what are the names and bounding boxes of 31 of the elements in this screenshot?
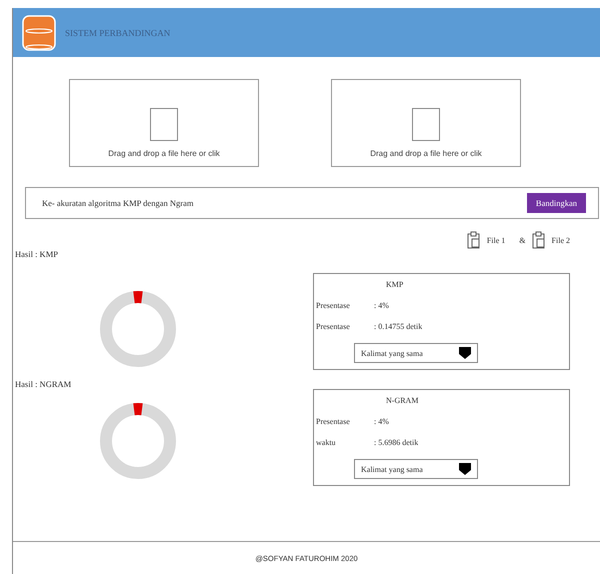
ampersand: & bbox=[519, 236, 526, 244]
card-title: KMP bbox=[385, 280, 404, 289]
dropzone-label: Drag and drop a file here or clik bbox=[108, 149, 220, 158]
compare-button[interactable]: Bandingkan bbox=[526, 193, 586, 213]
file-label: File 2 bbox=[552, 236, 570, 244]
dropdown-arrow-icon bbox=[459, 463, 471, 475]
dropzone-label: Drag and drop a file here or clik bbox=[370, 149, 482, 158]
field-label: Presentase bbox=[316, 417, 351, 426]
field-value: : 5.6986 detik bbox=[374, 438, 418, 447]
result-heading: Hasil : KMP bbox=[14, 249, 59, 259]
field-value: : 4% bbox=[374, 417, 389, 426]
field-label: Presentase bbox=[316, 322, 351, 331]
sentence-dropdown[interactable]: Kalimat yang sama bbox=[354, 459, 478, 479]
file-placeholder-icon bbox=[150, 108, 178, 141]
field-label: Presentase bbox=[316, 301, 351, 310]
file-placeholder-icon bbox=[412, 108, 440, 141]
file-dropzone[interactable]: Drag and drop a file here or clik bbox=[69, 79, 259, 167]
clipboard-icon[interactable] bbox=[532, 231, 546, 249]
file-label: File 1 bbox=[486, 236, 506, 244]
field-value: : 4% bbox=[374, 301, 389, 310]
clipboard-icon[interactable] bbox=[466, 231, 481, 249]
compare-description: Ke- akuratan algoritma KMP dengan Ngram bbox=[42, 198, 194, 208]
file-dropzone[interactable]: Drag and drop a file here or clik bbox=[331, 79, 521, 167]
app-title: SISTEM PERBANDINGAN bbox=[65, 28, 170, 38]
result-heading: Hasil : NGRAM bbox=[14, 379, 72, 389]
field-value: : 0.14755 detik bbox=[374, 322, 422, 331]
card-title: N-GRAM bbox=[385, 396, 420, 405]
field-label: waktu bbox=[316, 438, 337, 447]
database-icon bbox=[21, 14, 57, 52]
sentence-dropdown[interactable]: Kalimat yang sama bbox=[354, 343, 478, 363]
dropdown-arrow-icon bbox=[459, 347, 471, 359]
